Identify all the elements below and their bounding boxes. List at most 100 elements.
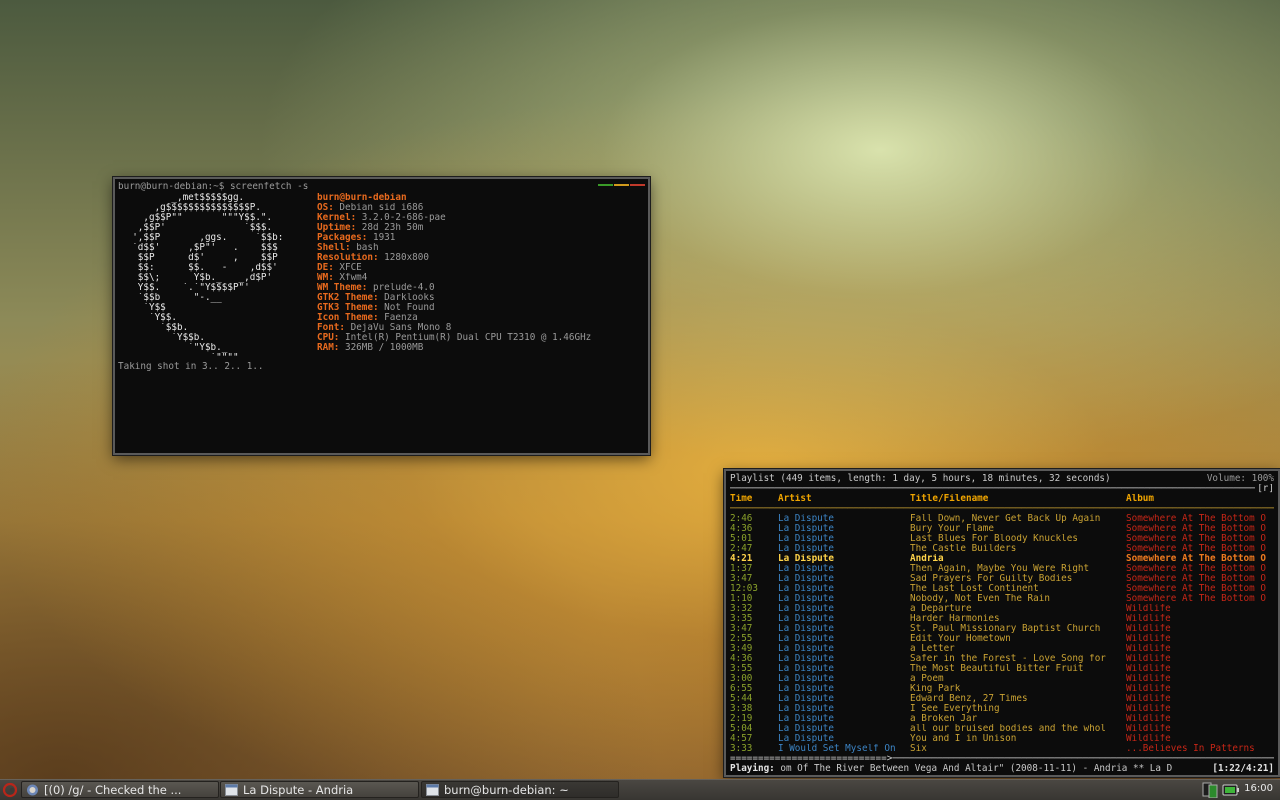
playlist-row[interactable]: 2:47 La Dispute The Castle Builders Somewhe… — [730, 544, 1274, 554]
track-time: 5:01 — [730, 534, 753, 544]
track-artist: La Dispute — [778, 524, 834, 534]
minimize-indicator[interactable] — [614, 184, 629, 186]
clock[interactable]: 16:00 — [1244, 783, 1273, 794]
track-album: Wildlife — [1126, 624, 1171, 634]
track-artist: La Dispute — [778, 534, 834, 544]
track-album: Somewhere At The Bottom O — [1126, 534, 1266, 544]
playlist-row[interactable]: 5:01 La Dispute Last Blues For Bloody Knuc… — [730, 534, 1274, 544]
track-album: Wildlife — [1126, 714, 1171, 724]
info-value: prelude-4.0 — [367, 283, 435, 293]
column-artist[interactable]: Artist — [778, 494, 908, 504]
track-album: Wildlife — [1126, 604, 1171, 614]
playlist-row[interactable]: 2:55 La Dispute Edit Your Hometown Wildlife — [730, 634, 1274, 644]
track-title: Bury Your Flame — [910, 524, 994, 534]
column-title[interactable]: Title/Filename — [910, 494, 1124, 504]
track-time: 3:00 — [730, 674, 753, 684]
playlist-row[interactable]: 1:10 La Dispute Nobody, Not Even The Rain S… — [730, 594, 1274, 604]
track-title: Last Blues For Bloody Knuckles — [910, 534, 1078, 544]
info-value: 1280x800 — [378, 253, 429, 263]
playlist-row[interactable]: 2:46 La Dispute Fall Down, Never Get Back … — [730, 514, 1274, 524]
track-album: Somewhere At The Bottom O — [1126, 564, 1266, 574]
playlist-row[interactable]: 4:36 La Dispute Safer in the Forest - Love… — [730, 654, 1274, 664]
close-indicator[interactable] — [630, 184, 645, 186]
playlist-row[interactable]: 3:32 La Dispute a Departure Wildlife — [730, 604, 1274, 614]
playlist-row[interactable]: 5:04 La Dispute all our bruised bodies and… — [730, 724, 1274, 734]
info-key: Resolution: — [317, 253, 379, 263]
track-title: Then Again, Maybe You Were Right — [910, 564, 1090, 574]
playlist-row[interactable]: 3:38 La Dispute I See Everything Wildlife — [730, 704, 1274, 714]
playlist-row[interactable]: 2:19 La Dispute a Broken Jar Wildlife — [730, 714, 1274, 724]
playing-label: Playing: — [730, 763, 775, 774]
logo-line: ,$$P' `$$$. — [121, 223, 273, 233]
track-time: 3:47 — [730, 574, 753, 584]
playlist-row[interactable]: 3:55 La Dispute The Most Beautiful Bitter … — [730, 664, 1274, 674]
track-title: The Castle Builders — [910, 544, 1017, 554]
playlist-row[interactable]: 3:33 I Would Set Myself On Six ...Believes … — [730, 744, 1274, 754]
track-time: 4:21 — [730, 554, 753, 564]
track-album: Wildlife — [1126, 614, 1171, 624]
playlist-row[interactable]: 4:36 La Dispute Bury Your Flame Somewhere A… — [730, 524, 1274, 534]
track-time: 3:49 — [730, 644, 753, 654]
task-music-player[interactable]: La Dispute - Andria — [220, 781, 419, 798]
track-time: 4:57 — [730, 734, 753, 744]
track-album: Wildlife — [1126, 734, 1171, 744]
track-artist: La Dispute — [778, 684, 834, 694]
track-title: The Last Lost Continent — [910, 584, 1039, 594]
track-album: ...Believes In Patterns — [1126, 744, 1255, 754]
logo-line: _,met$$$$$gg. — [121, 193, 245, 203]
task-terminal[interactable]: burn@burn-debian: ~ — [421, 781, 619, 798]
playlist-row[interactable]: 3:35 La Dispute Harder Harmonies Wildlife — [730, 614, 1274, 624]
playlist-row[interactable]: 3:49 La Dispute a Letter Wildlife — [730, 644, 1274, 654]
system-info: burn@burn-debian OS: Debian sid i686 Ker… — [317, 193, 591, 363]
info-key: Shell: — [317, 243, 351, 253]
info-line: Shell: bash — [317, 243, 591, 253]
info-line: OS: Debian sid i686 — [317, 203, 591, 213]
screenfetch-terminal-window[interactable]: burn@burn-debian:~$ screenfetch -s _,met… — [113, 177, 650, 455]
header-separator: ────────────────────────────────────────… — [730, 484, 1274, 494]
track-time: 1:10 — [730, 594, 753, 604]
track-title: King Park — [910, 684, 961, 694]
now-playing-text: om Of The River Between Vega And Altair"… — [774, 763, 1173, 774]
logo-line: `Y$$. — [121, 313, 177, 323]
playlist-row[interactable]: 12:03 La Dispute The Last Lost Continent So… — [730, 584, 1274, 594]
network-icon[interactable] — [1202, 782, 1218, 798]
track-artist: La Dispute — [778, 694, 834, 704]
logo-line: `d$$' ,$P"' . $$$ — [121, 243, 278, 253]
track-title: Sad Prayers For Guilty Bodies — [910, 574, 1073, 584]
playlist-row[interactable]: 4:57 La Dispute You and I in Unison Wildlif… — [730, 734, 1274, 744]
battery-icon[interactable] — [1222, 782, 1240, 798]
info-value: bash — [350, 243, 379, 253]
debian-menu-icon[interactable] — [2, 782, 18, 798]
track-artist: La Dispute — [778, 614, 834, 624]
ncmpcpp-music-player-window[interactable]: Playlist (449 items, length: 1 day, 5 ho… — [724, 469, 1280, 777]
playlist-row[interactable]: 3:00 La Dispute a Poem Wildlife — [730, 674, 1274, 684]
logo-line: Y$$. `.`"Y$$$$P"' — [121, 283, 250, 293]
info-value: XFCE — [333, 263, 362, 273]
info-key: Font: — [317, 323, 345, 333]
column-headers: Time Artist Title/Filename Album — [730, 494, 1274, 504]
column-album[interactable]: Album — [1126, 494, 1278, 504]
track-time: 3:35 — [730, 614, 753, 624]
track-artist: La Dispute — [778, 704, 834, 714]
volume-indicator[interactable]: Volume: 100% — [1207, 474, 1274, 484]
info-key: WM Theme: — [317, 283, 368, 293]
playlist-row[interactable]: 1:37 La Dispute Then Again, Maybe You Were… — [730, 564, 1274, 574]
playlist-row[interactable]: 6:55 La Dispute King Park Wildlife — [730, 684, 1274, 694]
track-title: Fall Down, Never Get Back Up Again — [910, 514, 1101, 524]
playlist-row[interactable]: 3:47 La Dispute Sad Prayers For Guilty Bod… — [730, 574, 1274, 584]
logo-line: `"Y$b._ — [121, 343, 228, 353]
track-artist: La Dispute — [778, 654, 834, 664]
repeat-flag: [r] — [1255, 484, 1274, 494]
track-artist: La Dispute — [778, 584, 834, 594]
maximize-indicator[interactable] — [598, 184, 613, 186]
task-browser[interactable]: [(0) /g/ - Checked the ... — [21, 781, 219, 798]
column-time[interactable]: Time — [730, 494, 776, 504]
track-artist: La Dispute — [778, 664, 834, 674]
window-title-indicators — [597, 179, 645, 189]
playlist-row[interactable]: 3:47 La Dispute St. Paul Missionary Baptis… — [730, 624, 1274, 634]
info-key: GTK3 Theme: — [317, 303, 379, 313]
track-time: 3:32 — [730, 604, 753, 614]
debian-ascii-logo: _,met$$$$$gg. ,g$$$$$$$$$$$$$$$P. ,g$$P"… — [121, 193, 283, 363]
playlist-row[interactable]: 5:44 La Dispute Edward Benz, 27 Times Wildl… — [730, 694, 1274, 704]
playlist-row-current[interactable]: 4:21 La Dispute Andria Somewhere At The Bot… — [730, 554, 1274, 564]
